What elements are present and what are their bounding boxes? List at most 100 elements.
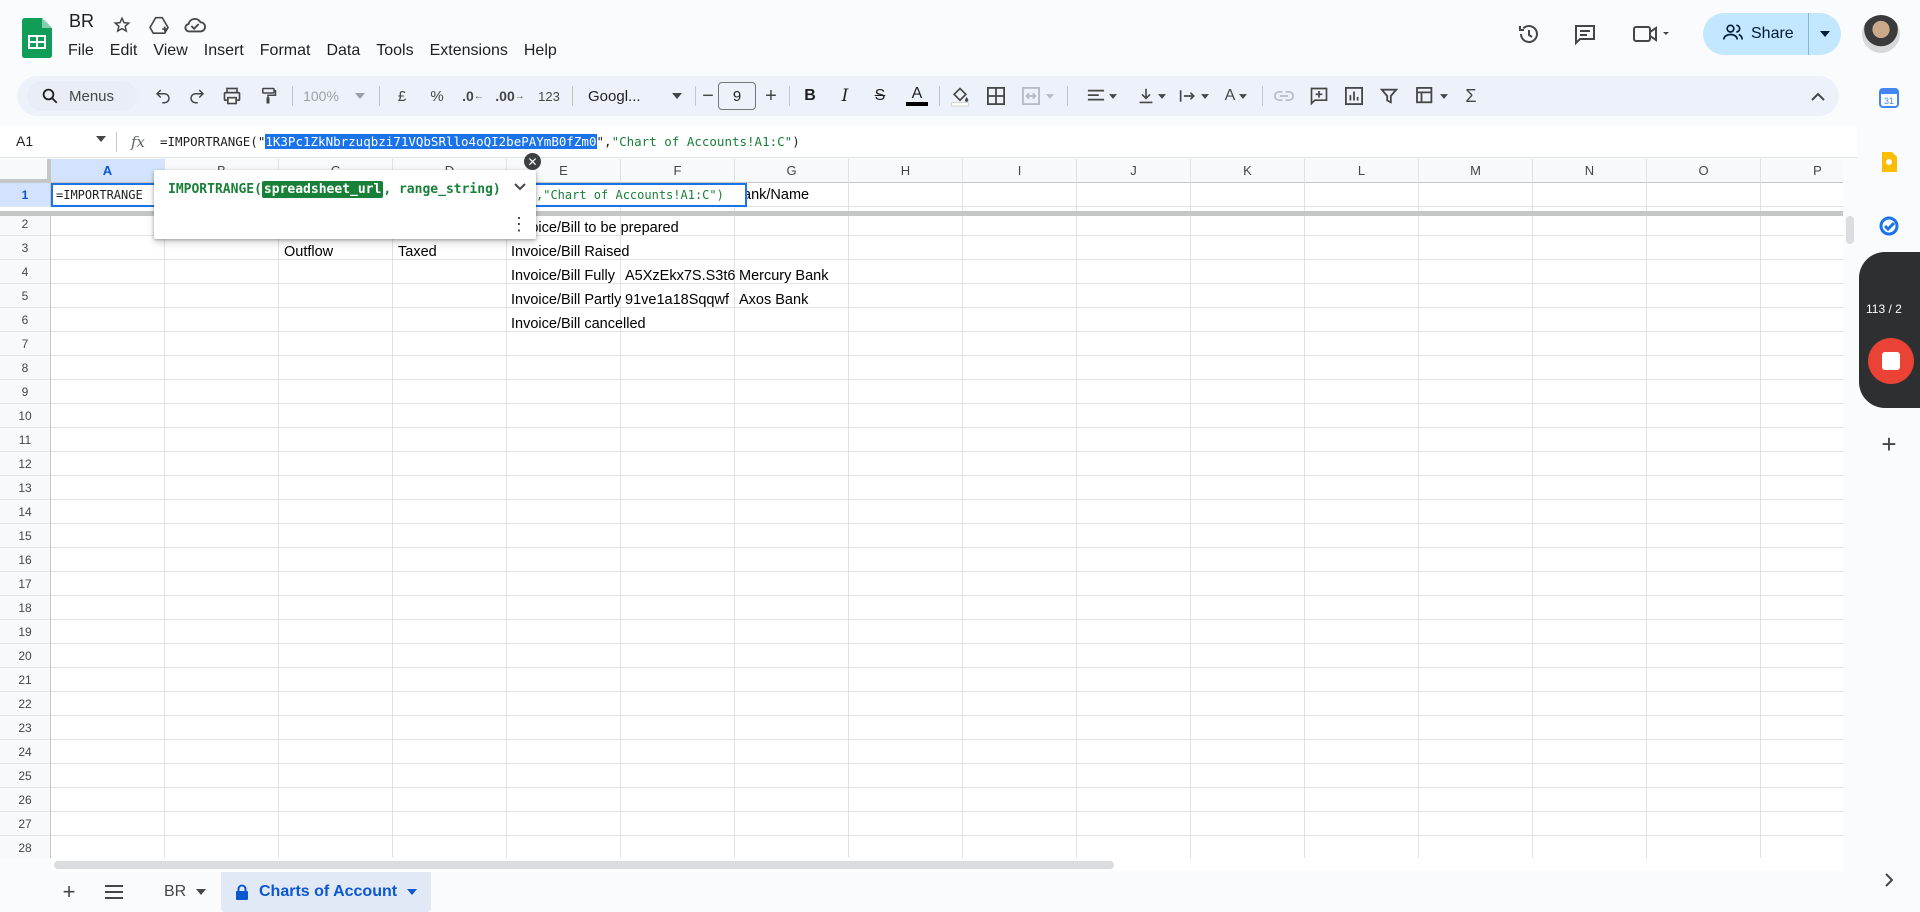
column-header-i[interactable]: I xyxy=(963,159,1077,183)
close-icon[interactable]: ✕ xyxy=(524,153,541,170)
avatar[interactable] xyxy=(1862,15,1900,53)
italic-icon[interactable]: I xyxy=(832,82,858,110)
version-history-icon[interactable] xyxy=(1513,18,1545,50)
borders-icon[interactable] xyxy=(982,82,1010,110)
menu-extensions[interactable]: Extensions xyxy=(422,40,516,62)
add-addon-icon[interactable]: + xyxy=(1877,429,1901,459)
sheets-logo-icon[interactable] xyxy=(22,18,52,58)
insert-chart-icon[interactable] xyxy=(1341,82,1367,110)
menu-view[interactable]: View xyxy=(145,40,195,62)
row-header-19[interactable]: 19 xyxy=(0,620,51,644)
row-header-21[interactable]: 21 xyxy=(0,668,51,692)
cell-e2[interactable]: Invoice/Bill to be prepared xyxy=(507,216,737,240)
row-header-17[interactable]: 17 xyxy=(0,572,51,596)
cell-e4[interactable]: Invoice/Bill Fully xyxy=(507,264,621,288)
cell-d3[interactable]: Taxed xyxy=(394,240,504,264)
column-header-l[interactable]: L xyxy=(1305,159,1419,183)
row-header-25[interactable]: 25 xyxy=(0,764,51,788)
undo-icon[interactable] xyxy=(149,82,177,110)
increase-font-size-icon[interactable]: + xyxy=(761,82,781,110)
cell-f4[interactable]: A5XzEkx7S.S3t6 xyxy=(621,264,735,288)
more-vert-icon[interactable]: ⋮ xyxy=(510,214,528,235)
filter-icon[interactable] xyxy=(1376,82,1402,110)
move-to-drive-icon[interactable] xyxy=(147,13,171,37)
menu-insert[interactable]: Insert xyxy=(196,40,252,62)
row-header-22[interactable]: 22 xyxy=(0,692,51,716)
row-header-7[interactable]: 7 xyxy=(0,332,51,356)
row-header-27[interactable]: 27 xyxy=(0,812,51,836)
functions-icon[interactable]: Σ xyxy=(1458,82,1484,110)
row-header-8[interactable]: 8 xyxy=(0,356,51,380)
row-header-16[interactable]: 16 xyxy=(0,548,51,572)
active-cell-editor[interactable]: =IMPORTRANGE xyxy=(51,183,164,207)
share-dropdown-icon[interactable] xyxy=(1809,13,1841,55)
bold-icon[interactable]: B xyxy=(797,82,823,110)
print-icon[interactable] xyxy=(218,82,246,110)
expand-panel-icon[interactable] xyxy=(1877,868,1901,892)
menus-search-button[interactable]: Menus xyxy=(27,81,137,111)
redo-icon[interactable] xyxy=(183,82,211,110)
column-header-j[interactable]: J xyxy=(1077,159,1191,183)
chevron-down-icon[interactable] xyxy=(196,889,207,895)
row-header-11[interactable]: 11 xyxy=(0,428,51,452)
row-header-15[interactable]: 15 xyxy=(0,524,51,548)
paint-format-icon[interactable] xyxy=(254,82,282,110)
column-header-n[interactable]: N xyxy=(1533,159,1647,183)
chevron-down-icon[interactable] xyxy=(514,183,526,191)
decrease-font-size-icon[interactable]: − xyxy=(700,82,716,110)
row-header-5[interactable]: 5 xyxy=(0,284,51,308)
cell-e6[interactable]: Invoice/Bill cancelled xyxy=(507,312,737,336)
row-header-4[interactable]: 4 xyxy=(0,260,51,284)
row-header-9[interactable]: 9 xyxy=(0,380,51,404)
vertical-scrollbar-thumb[interactable] xyxy=(1846,216,1854,244)
sheet-tab-charts-of-account[interactable]: Charts of Account xyxy=(221,872,432,912)
insert-link-icon[interactable] xyxy=(1271,82,1297,110)
spreadsheet-grid[interactable]: ABCDEFGHIJKLMNOP 12345678910111213141516… xyxy=(0,159,1843,858)
cell-g1[interactable]: ank/Name xyxy=(739,183,849,207)
active-cell-editor-overflow[interactable]: ,"Chart of Accounts!A1:C") xyxy=(536,183,747,207)
keep-icon[interactable] xyxy=(1877,150,1901,174)
share-button[interactable]: Share xyxy=(1703,13,1841,55)
row-header-24[interactable]: 24 xyxy=(0,740,51,764)
row-header-23[interactable]: 23 xyxy=(0,716,51,740)
formula-input[interactable]: =IMPORTRANGE("1K3Pc1ZkNbrzuqbzi71VQbSRll… xyxy=(160,134,800,149)
merge-cells-icon[interactable] xyxy=(1017,82,1059,110)
column-header-k[interactable]: K xyxy=(1191,159,1305,183)
calendar-icon[interactable]: 31 xyxy=(1877,86,1901,110)
row-header-6[interactable]: 6 xyxy=(0,308,51,332)
collapse-toolbar-icon[interactable] xyxy=(1806,82,1830,110)
font-family-select[interactable]: Googl... xyxy=(580,82,690,110)
column-header-f[interactable]: F xyxy=(621,159,735,183)
zoom-select[interactable]: 100% xyxy=(299,82,369,110)
star-icon[interactable] xyxy=(110,13,134,37)
row-header-20[interactable]: 20 xyxy=(0,644,51,668)
menu-file[interactable]: File xyxy=(60,40,102,62)
menu-data[interactable]: Data xyxy=(318,40,368,62)
horizontal-scrollbar-thumb[interactable] xyxy=(54,861,1114,869)
column-header-o[interactable]: O xyxy=(1647,159,1761,183)
cell-f5[interactable]: 91ve1a18Sqqwf xyxy=(621,288,735,312)
row-header-18[interactable]: 18 xyxy=(0,596,51,620)
chevron-down-icon[interactable] xyxy=(407,889,418,895)
horizontal-align-icon[interactable] xyxy=(1083,82,1121,110)
row-header-28[interactable]: 28 xyxy=(0,836,51,858)
meet-icon[interactable] xyxy=(1630,18,1674,50)
text-color-icon[interactable]: A xyxy=(903,82,931,110)
text-wrapping-icon[interactable] xyxy=(1175,82,1213,110)
cell-e3[interactable]: Invoice/Bill Raised xyxy=(507,240,737,264)
all-sheets-icon[interactable] xyxy=(101,879,127,905)
decrease-decimal-button[interactable]: .0 ← xyxy=(458,82,488,110)
row-header-13[interactable]: 13 xyxy=(0,476,51,500)
cell-g5[interactable]: Axos Bank xyxy=(735,288,849,312)
comments-icon[interactable] xyxy=(1569,18,1601,50)
row-header-1[interactable]: 1 xyxy=(0,183,51,207)
format-currency-button[interactable]: £ xyxy=(389,82,415,110)
document-title[interactable]: BR xyxy=(69,11,94,32)
format-percent-button[interactable]: % xyxy=(424,82,450,110)
chevron-down-icon[interactable] xyxy=(96,136,106,142)
cell-g4[interactable]: Mercury Bank xyxy=(735,264,849,288)
stop-recording-button[interactable] xyxy=(1868,338,1914,384)
more-formats-button[interactable]: 123 xyxy=(532,82,566,110)
menu-help[interactable]: Help xyxy=(516,40,565,62)
column-header-g[interactable]: G xyxy=(735,159,849,183)
